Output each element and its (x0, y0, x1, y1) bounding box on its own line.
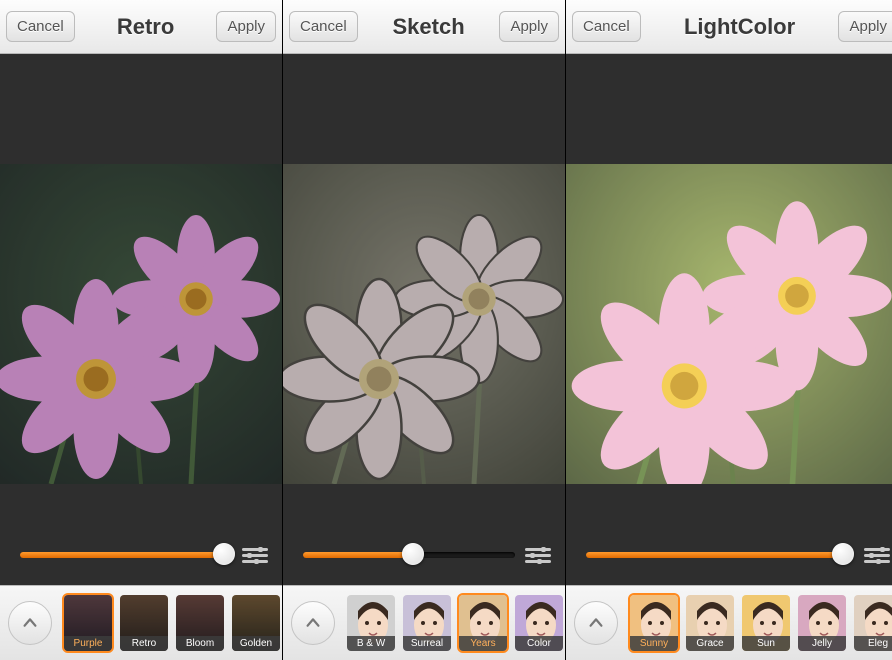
filter-editor-panel: Cancel Sketch Apply (283, 0, 566, 660)
intensity-slider-row (566, 525, 892, 585)
editor-body (283, 54, 565, 585)
filter-thumb[interactable]: Purple (62, 593, 114, 653)
filter-thumbnails: Sunny Grace Sun (628, 593, 892, 653)
expand-button[interactable] (291, 601, 335, 645)
chevron-up-icon (587, 614, 605, 632)
filter-thumb[interactable]: Bloom (174, 593, 226, 653)
filter-thumb-label: Color (515, 636, 563, 651)
filter-thumb-label: Eleg (854, 636, 892, 651)
apply-button[interactable]: Apply (499, 11, 559, 42)
editor-body (566, 54, 892, 585)
adjustments-icon[interactable] (864, 542, 890, 568)
apply-button[interactable]: Apply (838, 11, 892, 42)
apply-button[interactable]: Apply (216, 11, 276, 42)
expand-button[interactable] (8, 601, 52, 645)
filter-thumb-label: Golden (232, 636, 280, 651)
chevron-up-icon (304, 614, 322, 632)
page-title: Sketch (393, 14, 465, 40)
filter-thumb[interactable]: Years (457, 593, 509, 653)
filter-thumb[interactable]: Eleg (852, 593, 892, 653)
filter-thumb-label: Sunny (630, 636, 678, 651)
intensity-slider[interactable] (20, 548, 232, 562)
filter-thumb-label: Grace (686, 636, 734, 651)
filter-thumb[interactable]: Grace (684, 593, 736, 653)
filter-thumb[interactable]: Retro (118, 593, 170, 653)
slider-thumb[interactable] (213, 543, 235, 565)
adjustments-icon[interactable] (525, 542, 551, 568)
filter-thumb-label: Retro (120, 636, 168, 651)
filter-editor-panel: Cancel LightColor Apply (566, 0, 892, 660)
header-bar: Cancel LightColor Apply (566, 0, 892, 54)
image-preview (566, 164, 892, 484)
filter-strip: B & W Surreal Years (283, 585, 565, 660)
filter-thumb[interactable]: Sun (740, 593, 792, 653)
image-preview (0, 164, 282, 484)
chevron-up-icon (21, 614, 39, 632)
slider-thumb[interactable] (402, 543, 424, 565)
expand-button[interactable] (574, 601, 618, 645)
image-preview (283, 164, 565, 484)
filter-thumb-label: Bloom (176, 636, 224, 651)
adjustments-icon[interactable] (242, 542, 268, 568)
cancel-button[interactable]: Cancel (572, 11, 641, 42)
editor-body (0, 54, 282, 585)
filter-thumb-label: Years (459, 636, 507, 651)
intensity-slider[interactable] (303, 548, 515, 562)
filter-thumb-label: Jelly (798, 636, 846, 651)
cancel-button[interactable]: Cancel (289, 11, 358, 42)
filter-thumb-label: B & W (347, 636, 395, 651)
filter-thumb[interactable]: Color (513, 593, 565, 653)
filter-thumb[interactable]: B & W (345, 593, 397, 653)
filter-thumb-label: Sun (742, 636, 790, 651)
filter-thumb[interactable]: Jelly (796, 593, 848, 653)
intensity-slider-row (283, 525, 565, 585)
filter-strip: Purple Retro Bloom Golden (0, 585, 282, 660)
filter-strip: Sunny Grace Sun (566, 585, 892, 660)
header-bar: Cancel Sketch Apply (283, 0, 565, 54)
intensity-slider[interactable] (586, 548, 854, 562)
intensity-slider-row (0, 525, 282, 585)
header-bar: Cancel Retro Apply (0, 0, 282, 54)
filter-thumb[interactable]: Sunny (628, 593, 680, 653)
page-title: Retro (117, 14, 174, 40)
filter-editor-panel: Cancel Retro Apply (0, 0, 283, 660)
filter-thumbnails: Purple Retro Bloom Golden (62, 593, 282, 653)
cancel-button[interactable]: Cancel (6, 11, 75, 42)
filter-thumbnails: B & W Surreal Years (345, 593, 565, 653)
filter-thumb-label: Surreal (403, 636, 451, 651)
page-title: LightColor (684, 14, 795, 40)
filter-thumb-label: Purple (64, 636, 112, 651)
filter-thumb[interactable]: Surreal (401, 593, 453, 653)
slider-thumb[interactable] (832, 543, 854, 565)
filter-thumb[interactable]: Golden (230, 593, 282, 653)
